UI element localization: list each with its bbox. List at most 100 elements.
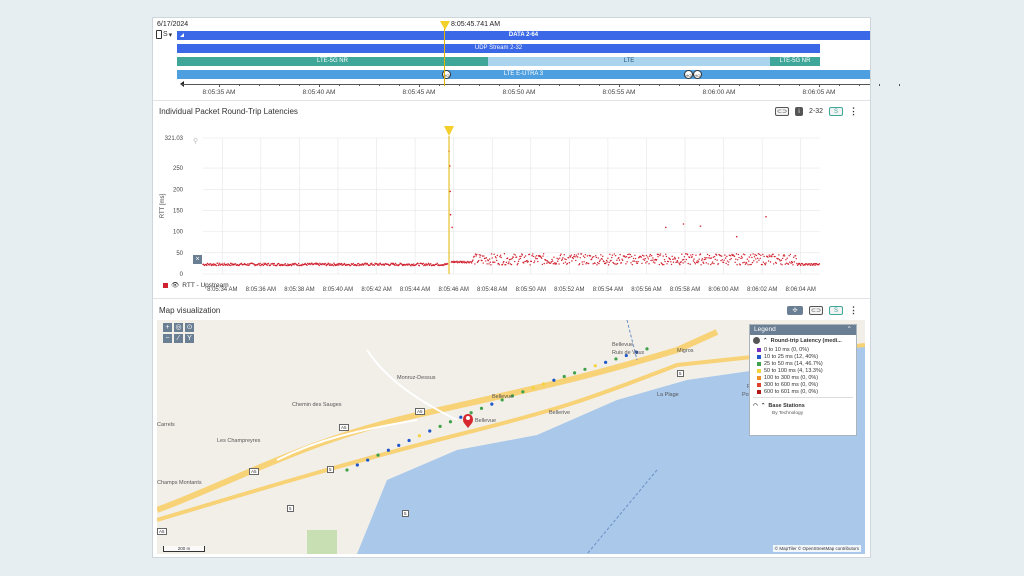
legend-row[interactable]: 25 to 50 ms (14, 46.7%) [750, 360, 856, 367]
device-badge[interactable]: S [829, 107, 843, 116]
data-point [229, 262, 232, 265]
zoom-out-button[interactable]: − [163, 334, 172, 343]
route-point[interactable] [355, 463, 359, 467]
map-attribution[interactable]: © MapTiler © OpenStreetMap contributors [772, 545, 861, 552]
time-cursor-handle[interactable] [440, 21, 450, 30]
device-badge[interactable]: S [829, 306, 843, 315]
lte-5g-bar-2[interactable]: LTE-5G NR [770, 57, 820, 66]
link-icon[interactable]: ⊂⊃ [809, 306, 823, 315]
zoom-in-button[interactable]: + [163, 323, 172, 332]
fit-bounds-icon[interactable]: ✣ [787, 306, 803, 315]
data-point [564, 258, 566, 260]
data-point [488, 258, 491, 260]
route-point[interactable] [407, 438, 411, 443]
data-point [690, 254, 692, 256]
data-point [206, 264, 208, 267]
collapse-triangle-icon[interactable] [180, 33, 184, 37]
chevron-up-icon[interactable]: ⌃ [761, 403, 766, 409]
link-icon[interactable]: ⊂⊃ [774, 107, 789, 116]
legend-stations-section[interactable]: ◠ ⌃ Base Stations [750, 400, 856, 411]
device-select[interactable]: S ▾ [156, 30, 172, 39]
handover-marker-2[interactable]: HO [684, 70, 693, 79]
route-point[interactable] [531, 386, 535, 390]
route-point[interactable] [583, 367, 587, 371]
data-point [430, 263, 432, 265]
handover-marker-3[interactable]: HO [693, 70, 702, 79]
time-cursor-line[interactable] [444, 28, 445, 86]
pin-icon[interactable]: ⊙ [185, 323, 194, 332]
route-point[interactable] [521, 390, 525, 394]
data-point [683, 256, 686, 258]
data-point [605, 262, 607, 264]
map-legend[interactable]: Legend ⌃ ⌃ Round-trip Latency (medi... 0… [749, 324, 857, 436]
chevron-up-icon[interactable]: ⌃ [847, 325, 852, 335]
lte-bar[interactable]: LTE [488, 57, 770, 66]
data-point [813, 264, 815, 266]
udp-stream-bar[interactable]: UDP Stream 2-32 [177, 44, 820, 53]
route-point[interactable] [366, 458, 370, 462]
info-icon[interactable]: i [794, 107, 803, 116]
legend-row[interactable]: 300 to 600 ms (0, 0%) [750, 381, 856, 388]
more-options-icon[interactable]: ⋮ [849, 305, 858, 316]
route-point[interactable] [459, 415, 463, 419]
data-track-bar[interactable]: DATA 2-64 [177, 31, 870, 40]
eye-icon[interactable]: 👁 [171, 281, 179, 289]
chart-legend[interactable]: 👁 RTT - Upstream [163, 281, 229, 289]
data-point [741, 257, 743, 259]
legend-row[interactable]: 50 to 100 ms (4, 13.3%) [750, 367, 856, 374]
data-point [643, 255, 645, 257]
route-point[interactable] [593, 364, 597, 368]
route-point[interactable] [541, 382, 546, 386]
route-point[interactable] [386, 448, 390, 452]
route-point[interactable] [614, 357, 618, 361]
legend-row[interactable]: 0 to 10 ms (0, 0%) [750, 346, 856, 353]
map-view[interactable]: + ◎ ⊙ − ⁄ Y Bellevue Bellevue Bellerive Mig… [157, 320, 865, 554]
legend-row[interactable]: 10 to 25 ms (12, 40%) [750, 353, 856, 360]
route-point[interactable] [645, 347, 649, 351]
data-point [648, 263, 650, 265]
chevron-up-icon[interactable]: ⌃ [763, 338, 768, 344]
data-point [661, 264, 664, 266]
route-point[interactable] [397, 443, 401, 447]
legend-header[interactable]: Legend ⌃ [750, 325, 856, 335]
legend-latency-section[interactable]: ⌃ Round-trip Latency (medi... [750, 335, 856, 346]
reset-zoom-button[interactable]: × [193, 255, 202, 264]
route-point[interactable] [417, 434, 422, 438]
lte-eutra-bar[interactable]: LTE E-UTRA 3 [177, 70, 870, 79]
data-point [492, 261, 495, 263]
data-point [394, 262, 397, 265]
filter-icon[interactable]: Y [185, 334, 194, 343]
target-icon[interactable]: ◎ [174, 323, 183, 332]
data-point [701, 259, 703, 261]
route-point[interactable] [469, 411, 473, 415]
data-point [765, 262, 767, 264]
route-point[interactable] [604, 360, 608, 364]
route-point[interactable] [376, 453, 380, 457]
route-point[interactable] [552, 378, 556, 382]
ruler-icon[interactable]: ⁄ [174, 334, 183, 343]
timeline-minor-tick [799, 84, 800, 86]
rtt-scatter-chart[interactable]: 321.032502001501005008:05:34 AM 8:05:36 A… [153, 116, 870, 306]
data-point [729, 255, 732, 257]
route-point[interactable] [562, 374, 566, 379]
data-point [684, 261, 686, 263]
route-point[interactable] [490, 402, 494, 406]
data-point [587, 262, 590, 265]
circle-icon [753, 337, 760, 344]
time-cursor-handle[interactable] [444, 126, 455, 136]
data-point [713, 255, 716, 258]
route-point[interactable] [438, 424, 442, 428]
data-point [272, 262, 274, 265]
legend-row[interactable]: 100 to 300 ms (0, 0%) [750, 374, 856, 381]
map-place-label: Champs Montants [157, 480, 202, 486]
route-point[interactable] [448, 420, 453, 424]
data-point [503, 260, 505, 263]
route-point[interactable] [479, 406, 484, 411]
route-point[interactable] [345, 468, 349, 472]
route-point[interactable] [572, 371, 577, 375]
lte-5g-bar-1[interactable]: LTE-5G NR [177, 57, 488, 66]
route-point[interactable] [428, 429, 432, 433]
data-point [485, 257, 488, 259]
legend-row[interactable]: 600 to 601 ms (0, 0%) [750, 388, 856, 395]
legend-swatch [757, 354, 761, 359]
